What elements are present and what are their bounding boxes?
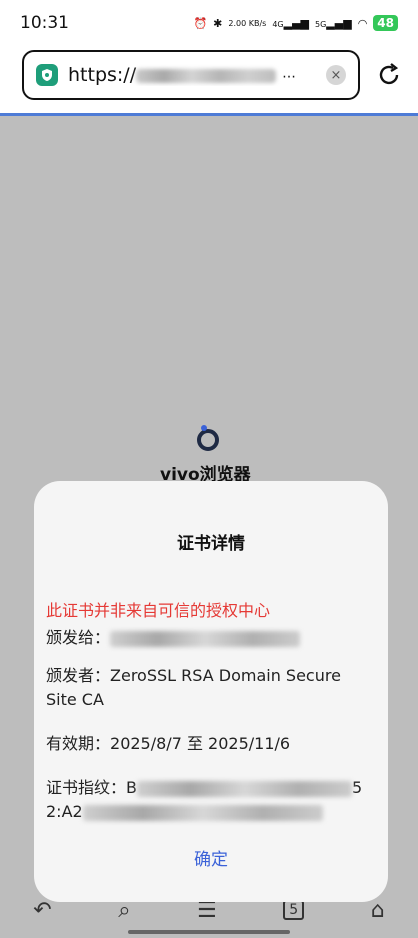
masked-fingerprint-line2 (82, 804, 323, 821)
status-icons: ⏰ ✱ 2.00 KB/s 4G▂▄▆ 5G▂▄▆ ◠ 48 (193, 15, 398, 31)
masked-url (136, 68, 277, 83)
validity-value: 2025/8/7 至 2025/11/6 (110, 734, 291, 753)
signal-5g-icon: 5G▂▄▆ (315, 16, 352, 30)
fingerprint-row: 证书指纹：B 5 2:A2 (46, 776, 376, 824)
validity-label: 有效期： (46, 734, 111, 753)
vivo-logo-icon (193, 423, 223, 453)
url-text[interactable]: https:// ⋯ (68, 64, 326, 86)
bluetooth-icon: ✱ (213, 16, 223, 30)
fingerprint-prefix: B (126, 778, 137, 797)
shield-icon[interactable] (36, 64, 58, 86)
network-speed: 2.00 KB/s (228, 18, 267, 28)
tabs-icon[interactable]: 5 (283, 900, 305, 920)
status-bar: 10:31 ⏰ ✱ 2.00 KB/s 4G▂▄▆ 5G▂▄▆ ◠ 48 (0, 0, 418, 46)
masked-fingerprint (137, 780, 352, 797)
home-indicator[interactable] (128, 930, 290, 934)
status-time: 10:31 (20, 13, 69, 33)
address-bar[interactable]: https:// ⋯ × (22, 50, 360, 100)
trust-warning: 此证书并非来自可信的授权中心 (46, 601, 271, 620)
issued-to-row: 颁发给： (46, 626, 376, 650)
dialog-title: 证书详情 (177, 534, 245, 554)
issuer-row: 颁发者：ZeroSSL RSA Domain Secure Site CA (46, 664, 376, 712)
signal-4g-icon: 4G▂▄▆ (272, 16, 309, 30)
fingerprint-line2: 2:A2 (46, 802, 83, 821)
validity-row: 有效期：2025/8/7 至 2025/11/6 (46, 732, 376, 756)
home-icon[interactable]: ⌂ (371, 898, 385, 923)
masked-issued-to (110, 630, 301, 647)
issuer-label: 颁发者： (46, 666, 111, 685)
certificate-dialog: 证书详情 此证书并非来自可信的授权中心 颁发给： 颁发者：ZeroSSL RSA… (34, 481, 388, 902)
back-icon[interactable]: ↶ (33, 898, 51, 923)
alarm-icon: ⏰ (193, 16, 208, 30)
wifi-icon: ◠ (357, 16, 368, 30)
fingerprint-label: 证书指纹： (46, 778, 127, 797)
issued-to-label: 颁发给： (46, 628, 111, 647)
clear-icon[interactable]: × (326, 65, 346, 85)
confirm-button[interactable]: 确定 (34, 845, 388, 870)
fingerprint-suffix: 5 (352, 778, 363, 797)
reload-icon[interactable] (374, 60, 404, 90)
battery-indicator: 48 (373, 15, 398, 31)
